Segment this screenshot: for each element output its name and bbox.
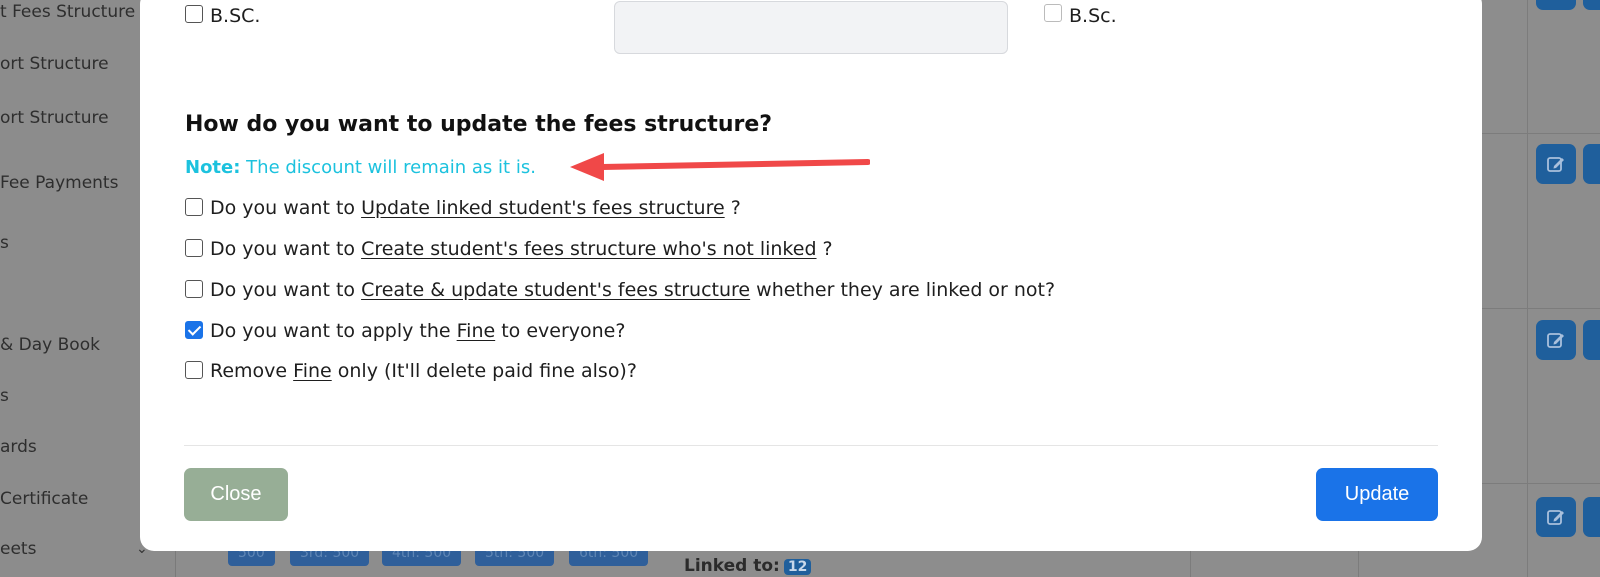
edit-button[interactable]	[1536, 144, 1576, 184]
input-field[interactable]	[614, 1, 1008, 54]
option-text: Do you want to	[210, 197, 362, 219]
sidebar-item-label: Fee Payments	[0, 173, 119, 193]
option-link[interactable]: Update linked student's fees structure	[361, 197, 725, 219]
sidebar-item-label: t Fees Structure	[0, 2, 136, 22]
edit-icon	[1547, 157, 1564, 172]
course-checkbox-bsc-left[interactable]	[185, 5, 203, 23]
edit-icon	[1547, 510, 1564, 525]
modal-footer-divider	[184, 445, 1438, 446]
option-text: ?	[816, 238, 833, 260]
linked-to-label: Linked to: 12	[684, 556, 812, 576]
sidebar-item-label: ort Structure	[0, 54, 109, 74]
sidebar-item-label: ort Structure	[0, 108, 109, 128]
note-text: The discount will remain as it is.	[240, 157, 536, 178]
option-checkbox-apply-fine[interactable]	[185, 321, 203, 339]
course-label-left: B.SC.	[210, 5, 261, 27]
option-checkbox-remove-fine[interactable]	[185, 361, 203, 379]
modal-heading: How do you want to update the fees struc…	[185, 112, 773, 137]
edit-button[interactable]	[1536, 320, 1576, 360]
option-text: to everyone?	[495, 320, 626, 342]
option-label-update-linked: Do you want to Update linked student's f…	[210, 197, 741, 219]
option-text: ?	[724, 197, 741, 219]
option-link[interactable]: Fine	[293, 360, 332, 382]
course-label-right: B.Sc.	[1069, 5, 1117, 27]
linked-to-text: Linked to:	[684, 556, 780, 576]
linked-count-badge[interactable]: 12	[783, 559, 812, 575]
option-text: Remove	[210, 360, 294, 382]
update-fees-modal: B.SC. B.Sc. How do you want to update th…	[140, 0, 1482, 551]
sidebar-item-label: ards	[0, 437, 37, 457]
close-button[interactable]: Close	[184, 468, 288, 521]
annotation-arrow-icon	[570, 153, 870, 181]
option-text: Do you want to	[210, 238, 362, 260]
option-text: only (It'll delete paid fine also)?	[331, 360, 637, 382]
action-button[interactable]	[1536, 0, 1576, 10]
delete-button[interactable]	[1583, 320, 1600, 360]
course-checkbox-bsc-right[interactable]	[1044, 4, 1062, 22]
option-checkbox-update-linked[interactable]	[185, 198, 203, 216]
delete-button[interactable]	[1583, 497, 1600, 537]
option-link[interactable]: Fine	[457, 320, 496, 342]
edit-button[interactable]	[1536, 497, 1576, 537]
action-button[interactable]	[1583, 0, 1600, 10]
table-divider	[1527, 0, 1528, 577]
option-link[interactable]: Create student's fees structure who's no…	[361, 238, 816, 260]
note-prefix: Note:	[185, 157, 241, 178]
option-link[interactable]: Create & update student's fees structure	[361, 279, 750, 301]
option-label-create-not-linked: Do you want to Create student's fees str…	[210, 238, 833, 260]
option-text: Do you want to apply the	[210, 320, 457, 342]
sidebar-item-label: s	[0, 386, 9, 406]
edit-icon	[1547, 333, 1564, 348]
update-button[interactable]: Update	[1316, 468, 1438, 521]
sidebar-item-label: & Day Book	[0, 335, 100, 355]
option-text: Do you want to	[210, 279, 362, 301]
discount-note: Note: The discount will remain as it is.	[185, 157, 536, 178]
option-text: whether they are linked or not?	[750, 279, 1056, 301]
option-checkbox-create-not-linked[interactable]	[185, 239, 203, 257]
option-label-create-update-all: Do you want to Create & update student's…	[210, 279, 1055, 301]
option-label-remove-fine: Remove Fine only (It'll delete paid fine…	[210, 360, 637, 382]
delete-button[interactable]	[1583, 144, 1600, 184]
option-label-apply-fine: Do you want to apply the Fine to everyon…	[210, 320, 625, 342]
sidebar-item-label: Certificate	[0, 489, 89, 509]
sidebar-item-label: s	[0, 233, 9, 253]
option-checkbox-create-update-all[interactable]	[185, 280, 203, 298]
sidebar-item-label: eets	[0, 539, 37, 559]
